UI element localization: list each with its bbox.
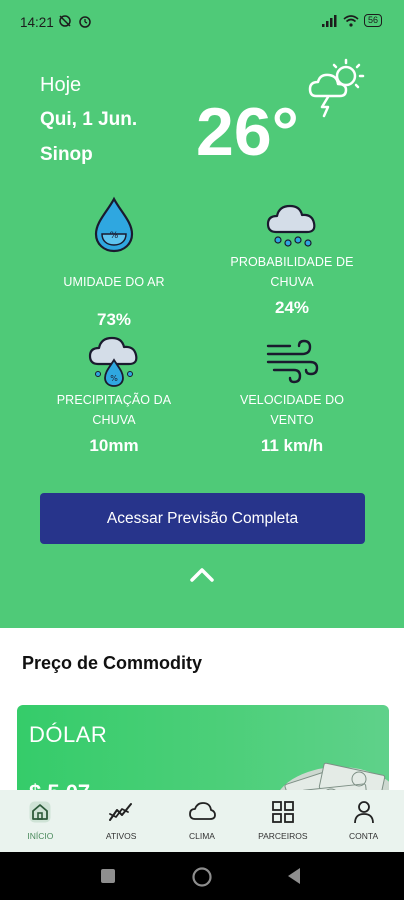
city-label: Sinop [40, 144, 93, 165]
humidity-drop-icon: % [94, 196, 134, 253]
user-icon [353, 801, 374, 824]
metric-value: 11 km/h [260, 436, 324, 455]
metric-label-line2: CHUVA [92, 413, 136, 427]
metric-value: 24% [274, 298, 310, 317]
date-label: Qui, 1 Jun. [40, 109, 138, 130]
tab-label: PARCEIROS [258, 831, 308, 841]
home-button-icon[interactable] [191, 866, 213, 888]
weather-panel: 14:21 56 Hoje Qui, 1 Jun. Sinop 26° % UM [0, 0, 404, 628]
tab-label: CONTA [349, 831, 379, 841]
recents-icon[interactable] [100, 868, 116, 884]
rain-cloud-icon [266, 204, 316, 247]
bottom-tab-bar: INÍCIO ATIVOS CLIMA PARCEIROS CONTA [0, 790, 404, 852]
metric-value: 10mm [89, 436, 139, 455]
signal-icon [321, 14, 337, 27]
metric-label: PROBABILIDADE DE [230, 255, 354, 269]
commodity-section-title: Preço de Commodity [22, 653, 203, 673]
precipitation-cloud-icon: % [88, 336, 138, 387]
system-nav-bar [0, 852, 404, 900]
status-icons-right: 56 [321, 14, 382, 27]
grid-icon [271, 801, 294, 823]
full-forecast-button[interactable]: Acessar Previsão Completa [40, 493, 365, 544]
tab-clima[interactable]: CLIMA [162, 790, 243, 852]
status-bar: 14:21 56 [0, 0, 404, 46]
tab-parceiros[interactable]: PARCEIROS [242, 790, 323, 852]
chevron-up-icon[interactable] [188, 564, 216, 584]
tab-label: INÍCIO [27, 831, 54, 841]
metric-label-line2: CHUVA [270, 275, 314, 289]
status-time: 14:21 [20, 15, 54, 30]
trend-icon [109, 803, 133, 821]
wind-icon [266, 339, 319, 384]
alarm-icon [79, 16, 91, 28]
metric-humidity: % UMIDADE DO AR 73% [24, 196, 204, 330]
storm-cloud-sun-icon [308, 58, 365, 118]
metric-rain-probability: PROBABILIDADE DE CHUVA 24% [202, 196, 382, 318]
cloud-icon [189, 802, 216, 820]
metric-label: VELOCIDADE DO [239, 393, 345, 407]
dollar-card-label: DÓLAR [29, 722, 108, 747]
back-icon[interactable] [286, 867, 302, 885]
metric-value: 73% [96, 310, 132, 329]
temperature: 26° [196, 94, 299, 170]
svg-text:%: % [110, 374, 118, 383]
battery-indicator: 56 [363, 14, 382, 27]
tab-inicio[interactable]: INÍCIO [0, 790, 81, 852]
metric-wind-speed: VELOCIDADE DO VENTO 11 km/h [202, 334, 382, 456]
metric-label: UMIDADE DO AR [63, 275, 165, 289]
metric-label-line2: VENTO [270, 413, 314, 427]
home-icon [29, 801, 51, 823]
status-icons-left [58, 14, 92, 28]
tab-conta[interactable]: CONTA [323, 790, 404, 852]
sync-off-icon [59, 15, 71, 27]
svg-text:%: % [110, 231, 119, 241]
day-label: Hoje [40, 74, 82, 96]
tab-label: ATIVOS [105, 831, 137, 841]
wifi-icon [343, 14, 359, 27]
tab-label: CLIMA [189, 831, 215, 841]
metric-precipitation: % PRECIPITAÇÃO DA CHUVA 10mm [24, 334, 204, 456]
metric-label: PRECIPITAÇÃO DA [56, 393, 172, 407]
tab-ativos[interactable]: ATIVOS [81, 790, 162, 852]
